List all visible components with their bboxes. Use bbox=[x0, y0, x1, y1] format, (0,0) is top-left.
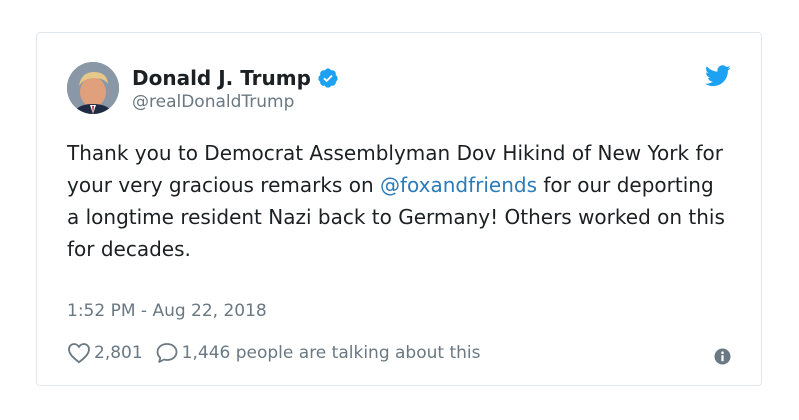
tweet-actions: 2,801 1,446 people are talking about thi… bbox=[67, 341, 480, 365]
mention-link[interactable]: @foxandfriends bbox=[380, 173, 537, 197]
talking-about-link[interactable]: 1,446 people are talking about this bbox=[182, 343, 481, 363]
reply-bubble-icon[interactable] bbox=[155, 342, 179, 364]
verified-badge-icon bbox=[317, 67, 339, 89]
like-count[interactable]: 2,801 bbox=[94, 343, 143, 363]
tweet-card: Donald J. Trump @realDonaldTrump Thank y… bbox=[36, 32, 762, 386]
author-row: Donald J. Trump bbox=[132, 64, 339, 92]
avatar[interactable] bbox=[67, 62, 119, 114]
avatar-portrait-icon bbox=[67, 62, 119, 114]
author-handle[interactable]: @realDonaldTrump bbox=[132, 92, 294, 112]
twitter-bird-icon[interactable] bbox=[705, 65, 731, 87]
tweet-text: Thank you to Democrat Assemblyman Dov Hi… bbox=[67, 137, 727, 265]
info-icon[interactable] bbox=[714, 348, 731, 365]
tweet-timestamp[interactable]: 1:52 PM - Aug 22, 2018 bbox=[67, 301, 267, 321]
heart-icon[interactable] bbox=[67, 342, 91, 364]
author-name[interactable]: Donald J. Trump bbox=[132, 66, 311, 90]
